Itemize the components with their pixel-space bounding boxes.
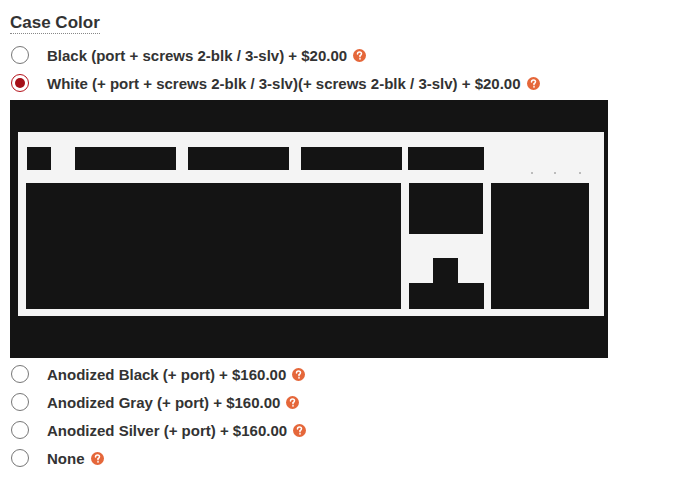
radio-button[interactable] xyxy=(11,46,29,64)
help-icon[interactable] xyxy=(292,368,305,381)
color-option[interactable]: Anodized Silver (+ port) + $160.00 xyxy=(10,416,697,444)
option-label: Anodized Black (+ port) + $160.00 xyxy=(47,366,286,383)
option-label: Black (port + screws 2-blk / 3-slv) + $2… xyxy=(47,47,347,64)
option-label: Anodized Silver (+ port) + $160.00 xyxy=(47,422,287,439)
case-photo xyxy=(10,100,608,358)
help-icon[interactable] xyxy=(286,396,299,409)
radio-dot xyxy=(15,78,25,88)
radio-button[interactable] xyxy=(11,393,29,411)
option-label: Anodized Gray (+ port) + $160.00 xyxy=(47,394,280,411)
color-option[interactable]: None xyxy=(10,444,697,472)
radio-button[interactable] xyxy=(11,449,29,467)
case-color-form: Case Color Black (port + screws 2-blk / 3… xyxy=(0,0,697,472)
section-title: Case Color xyxy=(10,12,100,34)
help-icon[interactable] xyxy=(527,77,540,90)
radio-button[interactable] xyxy=(11,421,29,439)
color-option[interactable]: White (+ port + screws 2-blk / 3-slv)(+ … xyxy=(10,69,697,97)
option-label: White (+ port + screws 2-blk / 3-slv)(+ … xyxy=(47,75,521,92)
option-label: None xyxy=(47,450,85,467)
keyboard-case-image xyxy=(10,100,608,358)
help-icon[interactable] xyxy=(353,49,366,62)
radio-button[interactable] xyxy=(11,74,29,92)
color-option[interactable]: Black (port + screws 2-blk / 3-slv) + $2… xyxy=(10,41,697,69)
help-icon[interactable] xyxy=(91,452,104,465)
color-option[interactable]: Anodized Gray (+ port) + $160.00 xyxy=(10,388,697,416)
help-icon[interactable] xyxy=(293,424,306,437)
radio-button[interactable] xyxy=(11,365,29,383)
color-option[interactable]: Anodized Black (+ port) + $160.00 xyxy=(10,360,697,388)
